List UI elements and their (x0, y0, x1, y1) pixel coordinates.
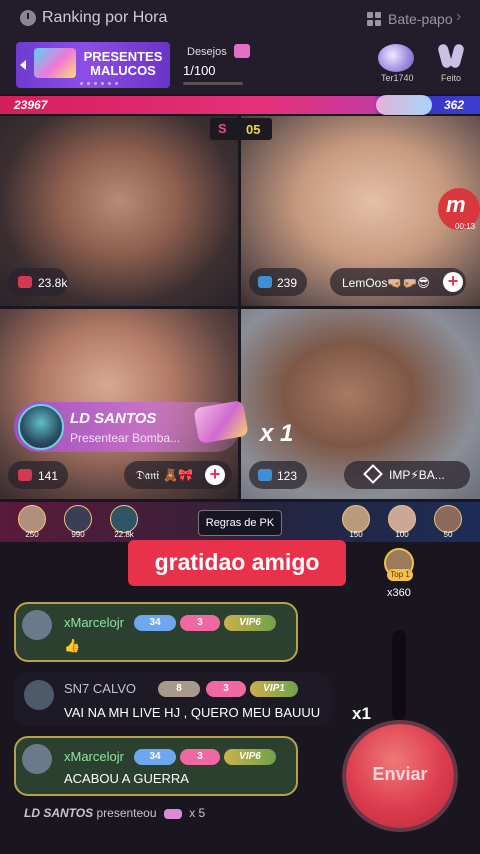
stream-score: 141 (38, 469, 59, 483)
bunny-ears-icon[interactable] (437, 44, 465, 72)
supporter-score: 250 (25, 530, 39, 539)
score-icon (258, 276, 272, 288)
chat-message-text: VAI NA MH LIVE HJ , QUERO MEU BAUUU (64, 705, 321, 720)
gift-log-user[interactable]: LD SANTOS (24, 806, 93, 820)
user-avatar[interactable] (22, 744, 52, 774)
fan-badge: 3 (180, 749, 220, 765)
record-time: 00:13 (455, 222, 476, 231)
supporter-avatar[interactable] (388, 505, 416, 533)
pk-left-score: 23967 (14, 98, 48, 112)
clock-icon (20, 10, 36, 26)
chat-username[interactable]: SN7 CALVO (64, 681, 136, 696)
chat-username[interactable]: xMarcelojr (64, 749, 124, 764)
user-avatar[interactable] (24, 680, 54, 710)
level-badge: 8 (158, 681, 200, 697)
supporter-score: 150 (349, 530, 363, 539)
chat-message[interactable] (14, 736, 298, 796)
gift-icon (234, 44, 250, 58)
gift-multiplier: x 1 (260, 420, 294, 447)
follow-plus-button[interactable]: + (205, 465, 225, 485)
chat-message-text: 👍 (64, 638, 81, 653)
supporter-avatar[interactable] (18, 505, 46, 533)
pk-rules-button[interactable]: Regras de PK (198, 510, 282, 536)
sticker-text: gratidao amigo (154, 549, 320, 575)
vip-badge: VIP1 (250, 681, 298, 697)
stream-score: 23.8k (38, 276, 68, 290)
gift-log: LD SANTOS presenteou x 5 (24, 806, 205, 820)
send-multiplier: x1 (352, 704, 371, 723)
top-gifter-badge: Top 1 (387, 569, 413, 581)
combo-progress-bar (392, 630, 406, 720)
supporter-score: 100 (395, 530, 409, 539)
wishlist-label: Desejos (187, 46, 227, 58)
grid-icon (367, 12, 381, 26)
top-user-name: Feito (441, 73, 462, 83)
streamer-name: IMP⚡BA... (389, 468, 445, 482)
gift-sender-avatar[interactable] (18, 404, 64, 450)
pk-timer-count: 05 (246, 122, 261, 137)
promo-banner-text: PRESENTES MALUCOS (83, 49, 163, 78)
chat-message-text: ACABOU A GUERRA (64, 771, 189, 786)
wishlist-count: 1/100 (183, 63, 216, 78)
supporter-avatar[interactable] (110, 505, 138, 533)
wishlist-progress (183, 82, 243, 85)
pk-right-score: 362 (444, 98, 465, 112)
chat-button[interactable]: Bate-papo (388, 11, 453, 27)
score-icon (18, 469, 32, 481)
ranking-title[interactable]: Ranking por Hora (42, 9, 167, 27)
level-badge: 34 (134, 615, 176, 631)
gift-log-action: presenteou (96, 806, 157, 820)
gift-sender-name: LD SANTOS (70, 410, 157, 427)
supporter-avatar[interactable] (64, 505, 92, 533)
carousel-dots (80, 82, 118, 85)
fan-badge: 3 (206, 681, 246, 697)
score-icon (18, 276, 32, 288)
record-icon: m (446, 192, 466, 217)
pk-timer-icon: S (218, 121, 227, 136)
chevron-right-icon[interactable]: › (456, 8, 461, 26)
top-user-avatar[interactable] (378, 44, 414, 72)
chat-message[interactable] (14, 602, 298, 662)
supporter-avatar[interactable] (434, 505, 462, 533)
chat-username[interactable]: xMarcelojr (64, 615, 124, 630)
top-gifter-count: x360 (387, 587, 411, 599)
supporter-score: 990 (71, 530, 85, 539)
vip-badge: VIP6 (224, 749, 276, 765)
gift-box-icon (34, 48, 76, 78)
follow-plus-button[interactable]: + (443, 272, 463, 292)
streamer-name: LemOos🤜🏼🤛🏼😎 (342, 276, 430, 290)
score-icon (258, 469, 272, 481)
streamer-name: 𝔇𝔞𝔫𝔦 🧸🎀 (136, 468, 193, 482)
vip-badge: VIP6 (224, 615, 276, 631)
fan-badge: 3 (180, 615, 220, 631)
stream-score: 239 (277, 276, 298, 290)
send-gift-label: Enviar (372, 764, 428, 784)
pk-versus-icon (376, 95, 432, 115)
gift-log-count: x 5 (189, 806, 206, 820)
stream-score: 123 (277, 469, 298, 483)
promo-banner[interactable]: PRESENTES MALUCOS (16, 42, 170, 88)
user-avatar[interactable] (22, 610, 52, 640)
supporter-score: 22.8k (114, 530, 134, 539)
level-badge: 34 (134, 749, 176, 765)
gift-description: Presentear Bomba... (70, 431, 181, 445)
gift-icon (163, 808, 182, 819)
supporter-avatar[interactable] (342, 505, 370, 533)
top-user-name: Ter1740 (381, 73, 414, 83)
supporter-score: 50 (443, 530, 453, 539)
arrow-left-icon (20, 60, 26, 70)
